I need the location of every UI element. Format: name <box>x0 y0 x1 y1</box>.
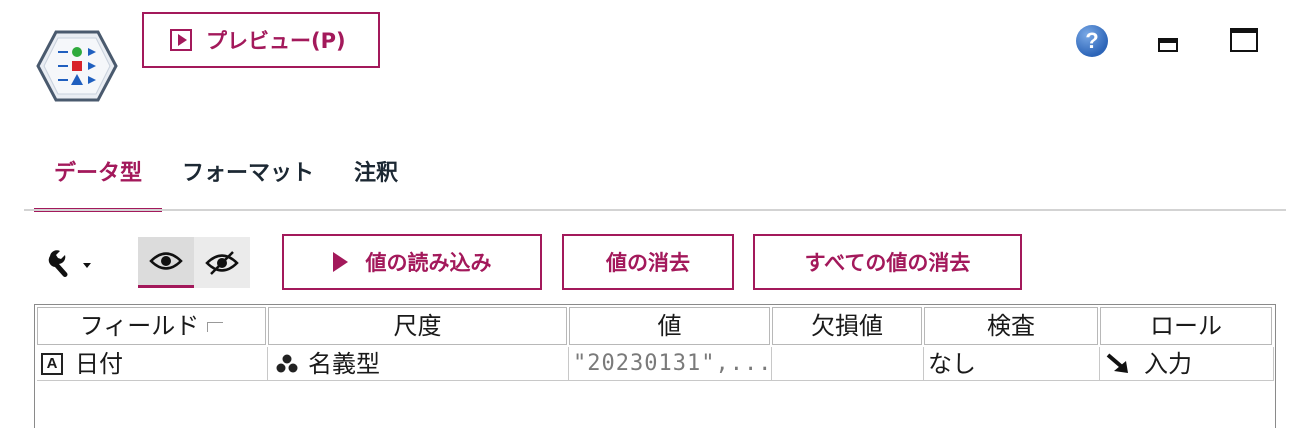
string-type-icon: A <box>41 352 63 375</box>
value-cell[interactable]: "20230131",... <box>569 347 772 381</box>
clear-values-button[interactable]: 値の消去 <box>562 234 734 290</box>
tab-divider <box>24 209 1286 211</box>
tab-format[interactable]: フォーマット <box>162 150 334 212</box>
field-table: フィールド 尺度 値 欠損値 検査 ロール A 日付 名義型 "20230131… <box>34 304 1276 428</box>
eye-icon <box>149 252 183 270</box>
column-header-measure[interactable]: 尺度 <box>268 307 567 345</box>
column-header-role[interactable]: ロール <box>1100 307 1272 345</box>
clear-all-values-label: すべての値の消去 <box>804 251 971 275</box>
column-header-missing[interactable]: 欠損値 <box>772 307 922 345</box>
play-icon <box>332 252 348 272</box>
hide-fields-toggle[interactable] <box>194 237 250 288</box>
visibility-toggle-group <box>138 237 250 288</box>
column-header-check[interactable]: 検査 <box>924 307 1098 345</box>
check-cell[interactable]: なし <box>924 347 1100 381</box>
preview-button-label: プレビュー(P) <box>206 29 346 53</box>
column-header-field[interactable]: フィールド <box>37 307 266 345</box>
type-node-icon <box>36 30 118 102</box>
role-cell[interactable]: 入力 <box>1100 347 1274 381</box>
eye-off-icon <box>205 250 239 275</box>
tab-annotation[interactable]: 注釈 <box>334 150 418 212</box>
field-cell[interactable]: A 日付 <box>37 347 268 381</box>
help-icon[interactable]: ? <box>1076 25 1108 57</box>
show-fields-toggle[interactable] <box>138 237 194 288</box>
wrench-icon[interactable] <box>46 248 94 278</box>
minimize-icon[interactable] <box>1158 38 1178 52</box>
nominal-icon <box>276 354 298 372</box>
table-header: フィールド 尺度 値 欠損値 検査 ロール <box>35 305 1275 345</box>
read-values-button[interactable]: 値の読み込み <box>282 234 542 290</box>
tab-data-type[interactable]: データ型 <box>34 150 163 212</box>
measure-cell[interactable]: 名義型 <box>268 347 569 381</box>
column-header-value[interactable]: 値 <box>569 307 770 345</box>
maximize-icon[interactable] <box>1230 28 1258 52</box>
play-icon <box>170 29 192 51</box>
clear-all-values-button[interactable]: すべての値の消去 <box>753 234 1022 290</box>
clear-values-label: 値の消去 <box>606 251 690 275</box>
preview-button[interactable]: プレビュー(P) <box>142 12 380 68</box>
sort-icon <box>207 322 224 332</box>
arrow-input-icon <box>1106 352 1128 373</box>
missing-cell[interactable] <box>772 347 924 381</box>
table-row[interactable]: A 日付 名義型 "20230131",... なし 入力 <box>35 347 1275 381</box>
tab-bar: データ型 フォーマット 注釈 <box>34 150 418 212</box>
read-values-label: 値の読み込み <box>365 251 492 275</box>
